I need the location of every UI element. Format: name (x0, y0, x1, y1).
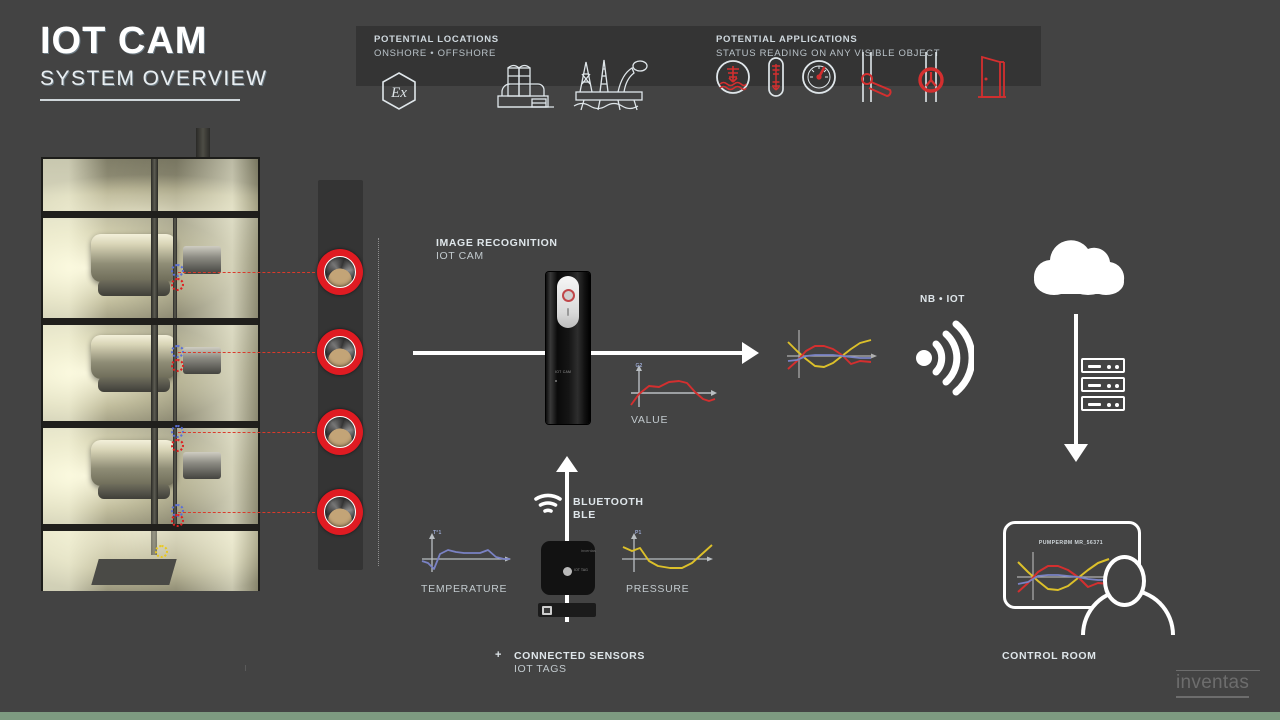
door-icon (972, 53, 1012, 106)
sensor-marker-red (171, 359, 184, 372)
building-floor-ground (43, 531, 258, 591)
flow-arrow-right-segment (590, 351, 745, 355)
sightline-2 (178, 352, 320, 353)
device-slot (567, 308, 569, 316)
flow-arrow-left-segment (413, 351, 546, 355)
sensor-marker-yellow (155, 545, 168, 558)
building-slab (43, 524, 258, 531)
building-floor-1 (43, 218, 258, 318)
camera-lens-4[interactable] (317, 489, 363, 535)
bluetooth-signal-icon (533, 492, 563, 521)
camera-lens-3[interactable] (317, 409, 363, 455)
page-title: IOT CAM SYSTEM OVERVIEW (40, 22, 268, 101)
facility-3d-render (41, 157, 260, 591)
temperature-chart: T°1 (418, 530, 516, 576)
flow-arrow-head (742, 342, 759, 364)
pressure-chart-caption: PRESSURE (626, 583, 690, 595)
iot-tag-text: IOT TAG (574, 568, 588, 572)
bluetooth-label: BLUETOOTH (573, 496, 644, 508)
sensor-marker-red (171, 278, 184, 291)
iot-cam-device[interactable]: IOT CAM (546, 272, 590, 424)
operator-head-icon (1103, 555, 1146, 607)
image-recognition-sub: IOT CAM (436, 250, 484, 262)
applications-icon-row (714, 52, 1012, 107)
connected-sensors-plus: + (495, 649, 503, 661)
dotted-divider (378, 238, 379, 566)
iot-tag-logo: inventas (581, 548, 596, 553)
cloud-to-control-arrow-head (1064, 444, 1088, 462)
pressure-dial-icon (800, 58, 838, 101)
building-slab (43, 211, 258, 218)
title-main: IOT CAM (40, 20, 208, 62)
nb-iot-label: NB • IOT (920, 294, 965, 305)
onshore-plant-icon (492, 62, 562, 117)
manometer-icon (912, 52, 954, 107)
server-stack-icon (1081, 358, 1125, 415)
combined-chart (783, 326, 881, 386)
building-floor-attic (43, 159, 258, 211)
building-slab (43, 318, 258, 325)
device-body-text: IOT CAM (555, 370, 572, 374)
pressure-chart: P1 (618, 530, 718, 576)
sightline-1 (178, 272, 320, 273)
svg-text:T°1: T°1 (433, 530, 441, 536)
sight-glass-icon (766, 56, 786, 103)
iot-tag-device[interactable]: IOT TAG inventas (541, 541, 596, 595)
device-indicator-dot (555, 380, 557, 382)
level-gauge-icon (714, 58, 752, 101)
nb-iot-signal-icon (912, 320, 976, 401)
sensor-marker-red (171, 439, 184, 452)
building-slab (43, 421, 258, 428)
value-chart-caption: VALUE (631, 414, 669, 426)
logo-top-rule (1176, 670, 1260, 671)
building-chimney (196, 128, 210, 160)
monitor-screen-label: PUMPERØM MR_56371 (1038, 540, 1104, 546)
svg-text:Ex: Ex (390, 85, 407, 101)
atex-ex-hexagon-icon: Ex (378, 70, 420, 117)
control-room-label: CONTROL ROOM (1002, 650, 1097, 662)
iot-tag-chip (542, 605, 552, 615)
iot-cam-faceplate (557, 276, 579, 328)
iot-tag-small-device[interactable] (538, 603, 596, 617)
temperature-chart-caption: TEMPERATURE (421, 583, 508, 595)
ble-label: BLE (573, 509, 596, 521)
inventas-logo: inventas (1176, 672, 1250, 698)
svg-text:G2: G2 (635, 363, 642, 369)
sightline-3 (178, 432, 320, 433)
iot-tags-label: IOT TAGS (514, 663, 567, 675)
locations-heading: POTENTIAL LOCATIONS (374, 34, 499, 45)
applications-heading: POTENTIAL APPLICATIONS (716, 34, 858, 45)
camera-lens-2[interactable] (317, 329, 363, 375)
building-floor-2 (43, 325, 258, 421)
connected-sensors-label: CONNECTED SENSORS (514, 650, 645, 662)
title-underline (40, 99, 240, 101)
iot-tag-button (563, 567, 572, 576)
camera-lens-1[interactable] (317, 249, 363, 295)
slide-canvas: IOT CAM SYSTEM OVERVIEW POTENTIAL LOCATI… (0, 0, 1280, 720)
title-subtitle: SYSTEM OVERVIEW (40, 67, 268, 90)
value-chart: G2 (627, 363, 719, 413)
valve-icon (854, 52, 896, 107)
cloud-to-control-arrow-line (1074, 314, 1078, 448)
image-recognition-heading: IMAGE RECOGNITION (436, 237, 558, 249)
footer-bar (0, 712, 1280, 720)
building-floor-3 (43, 428, 258, 524)
locations-icon-row: Ex (378, 56, 650, 117)
sensor-marker-red (171, 514, 184, 527)
top-banner: POTENTIAL LOCATIONS ONSHORE • OFFSHORE E… (356, 26, 1041, 111)
svg-text:P1: P1 (635, 530, 642, 536)
sightline-4 (178, 512, 320, 513)
offshore-rig-icon (572, 56, 650, 117)
cloud-icon (1028, 236, 1128, 303)
camera-lens-icon (561, 289, 575, 302)
slide-tick-mark (245, 665, 246, 671)
sensor-marker-blue (171, 264, 184, 277)
ble-arrow-head (556, 456, 578, 472)
